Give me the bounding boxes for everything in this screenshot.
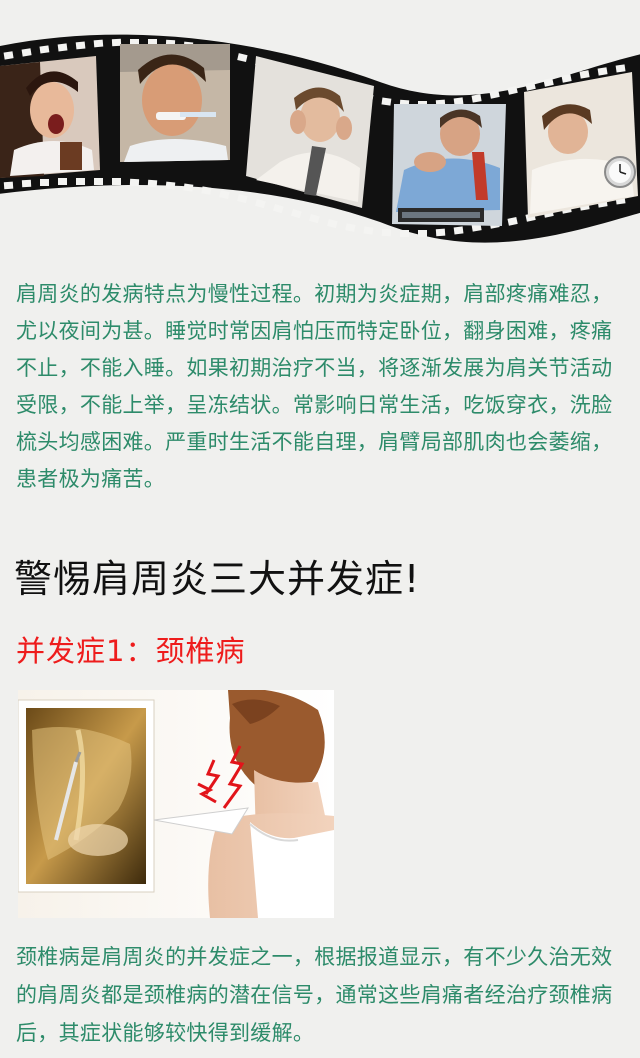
film-frame-brushing-man bbox=[120, 44, 230, 162]
film-strip-banner bbox=[0, 34, 640, 243]
film-frame-laptop-man bbox=[392, 104, 506, 226]
film-frame-bed-woman bbox=[524, 72, 638, 218]
film-frame-yawning-woman bbox=[0, 56, 100, 178]
intro-paragraph: 肩周炎的发病特点为慢性过程。初期为炎症期，肩部疼痛难忍，尤以夜间为甚。睡觉时常因… bbox=[16, 282, 613, 491]
page-headline: 警惕肩周炎三大并发症! bbox=[14, 557, 421, 601]
complication-1-title: 并发症1：颈椎病 bbox=[16, 634, 246, 668]
complication-1-body: 颈椎病是肩周炎的并发症之一，根据报道显示，有不少久治无效的肩周炎都是颈椎病的潜在… bbox=[16, 945, 613, 1045]
cervical-spondylosis-illustration bbox=[18, 690, 334, 918]
